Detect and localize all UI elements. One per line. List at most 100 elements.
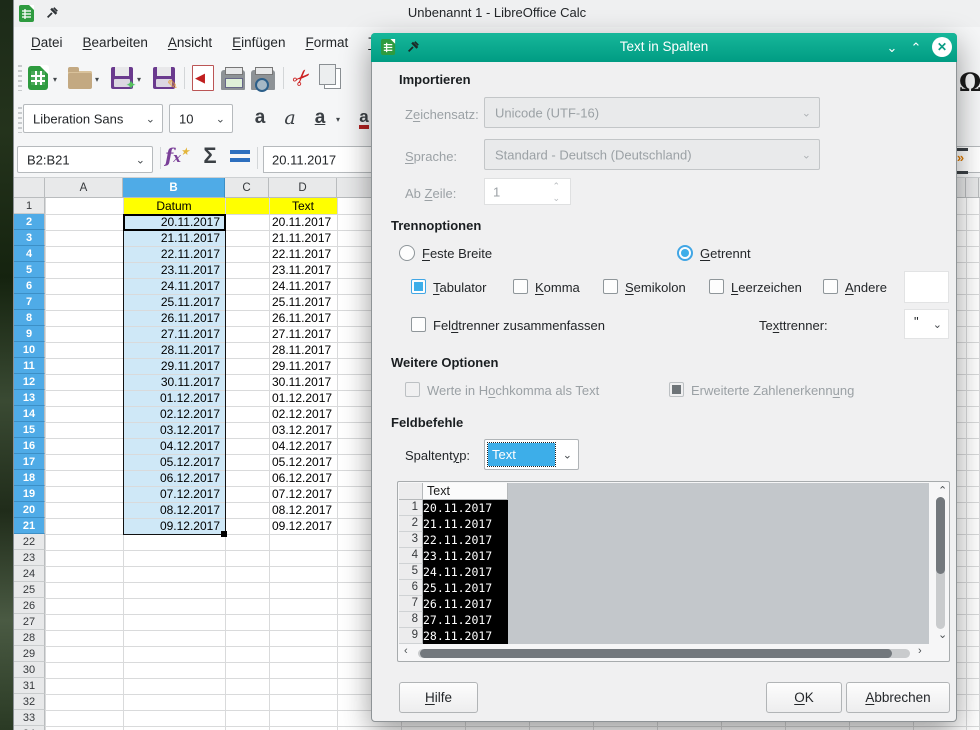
row-header-5[interactable]: 5 bbox=[14, 262, 45, 278]
cell-D6[interactable]: 24.11.2017 bbox=[272, 278, 334, 294]
column-type-combo[interactable]: Text bbox=[484, 439, 579, 470]
save-dropdown-icon[interactable] bbox=[137, 75, 145, 83]
cancel-button[interactable]: Abbrechen bbox=[846, 682, 950, 713]
merge-delimiters-label[interactable]: Feldtrenner zusammenfassen bbox=[433, 318, 605, 333]
row-header-18[interactable]: 18 bbox=[14, 470, 45, 486]
sum-icon[interactable]: Σ bbox=[197, 143, 223, 169]
open-dropdown-icon[interactable] bbox=[95, 75, 103, 83]
cell-D9[interactable]: 27.11.2017 bbox=[272, 326, 334, 342]
row-header-34[interactable]: 34 bbox=[14, 726, 45, 730]
cell-D3[interactable]: 21.11.2017 bbox=[272, 230, 334, 246]
row-header-7[interactable]: 7 bbox=[14, 294, 45, 310]
select-all-corner[interactable] bbox=[14, 178, 45, 198]
menu-bearbeiten[interactable]: Bearbeiten bbox=[73, 30, 158, 55]
semicolon-checkbox[interactable] bbox=[603, 279, 618, 294]
special-character-icon[interactable]: Ω bbox=[959, 68, 980, 97]
print-preview-icon[interactable] bbox=[250, 65, 276, 91]
preview-hscrollbar[interactable] bbox=[418, 649, 910, 658]
cut-icon[interactable] bbox=[289, 65, 315, 91]
space-checkbox[interactable] bbox=[709, 279, 724, 294]
row-header-17[interactable]: 17 bbox=[14, 454, 45, 470]
comma-label[interactable]: Komma bbox=[535, 280, 580, 295]
delimited-label[interactable]: Getrennt bbox=[700, 246, 751, 261]
cell-D14[interactable]: 02.12.2017 bbox=[272, 406, 334, 422]
row-header-21[interactable]: 21 bbox=[14, 518, 45, 534]
cell-D2[interactable]: 20.11.2017 bbox=[272, 214, 334, 230]
preview-row-value[interactable]: 28.11.2017 bbox=[423, 628, 508, 644]
column-header-a[interactable]: A bbox=[45, 178, 123, 198]
cell-D16[interactable]: 04.12.2017 bbox=[272, 438, 334, 454]
row-header-26[interactable]: 26 bbox=[14, 598, 45, 614]
underline-dropdown-icon[interactable] bbox=[336, 115, 344, 123]
vscrollbar-thumb[interactable] bbox=[936, 497, 945, 574]
column-header-b[interactable]: B bbox=[123, 178, 225, 198]
menu-format[interactable]: Format bbox=[295, 30, 358, 55]
chevron-down-icon[interactable] bbox=[146, 112, 155, 125]
preview-row-value[interactable]: 20.11.2017 bbox=[423, 500, 508, 516]
open-icon[interactable] bbox=[67, 65, 93, 91]
row-header-2[interactable]: 2 bbox=[14, 214, 45, 230]
preview-row-value[interactable]: 26.11.2017 bbox=[423, 596, 508, 612]
preview-row-value[interactable]: 25.11.2017 bbox=[423, 580, 508, 596]
cell-D18[interactable]: 06.12.2017 bbox=[272, 470, 334, 486]
name-box[interactable]: B2:B21 bbox=[17, 146, 153, 173]
chevron-down-icon[interactable] bbox=[136, 153, 145, 166]
space-label[interactable]: Leerzeichen bbox=[731, 280, 802, 295]
row-header-4[interactable]: 4 bbox=[14, 246, 45, 262]
cell-D15[interactable]: 03.12.2017 bbox=[272, 422, 334, 438]
window-titlebar[interactable]: Unbenannt 1 - LibreOffice Calc bbox=[14, 0, 980, 27]
scroll-left-icon[interactable]: ‹ bbox=[404, 645, 408, 657]
unshade-icon[interactable]: ⌃ bbox=[908, 40, 924, 56]
row-header-22[interactable]: 22 bbox=[14, 534, 45, 550]
copy-icon[interactable] bbox=[319, 65, 345, 91]
preview-row-value[interactable]: 23.11.2017 bbox=[423, 548, 508, 564]
row-header-30[interactable]: 30 bbox=[14, 662, 45, 678]
toolbar-grip[interactable] bbox=[18, 107, 22, 133]
row-header-32[interactable]: 32 bbox=[14, 694, 45, 710]
comma-checkbox[interactable] bbox=[513, 279, 528, 294]
tab-checkbox[interactable] bbox=[411, 279, 426, 294]
row-header-12[interactable]: 12 bbox=[14, 374, 45, 390]
row-header-23[interactable]: 23 bbox=[14, 550, 45, 566]
toolbar-grip[interactable] bbox=[18, 65, 22, 91]
menu-einfgen[interactable]: Einfügen bbox=[222, 30, 295, 55]
other-label[interactable]: Andere bbox=[845, 280, 887, 295]
row-header-8[interactable]: 8 bbox=[14, 310, 45, 326]
column-header-c[interactable]: C bbox=[225, 178, 269, 198]
row-header-20[interactable]: 20 bbox=[14, 502, 45, 518]
close-icon[interactable]: ✕ bbox=[932, 37, 952, 57]
hscrollbar-thumb[interactable] bbox=[420, 649, 892, 658]
scroll-up-icon[interactable]: ⌃ bbox=[938, 484, 947, 497]
semicolon-label[interactable]: Semikolon bbox=[625, 280, 686, 295]
other-checkbox[interactable] bbox=[823, 279, 838, 294]
formula-icon[interactable] bbox=[227, 143, 253, 169]
menu-datei[interactable]: Datei bbox=[21, 30, 73, 55]
preview-row-value[interactable]: 21.11.2017 bbox=[423, 516, 508, 532]
cell-D4[interactable]: 22.11.2017 bbox=[272, 246, 334, 262]
underline-button[interactable]: a bbox=[307, 105, 333, 131]
preview-vscrollbar[interactable] bbox=[936, 497, 945, 629]
chevron-down-icon[interactable] bbox=[933, 318, 942, 331]
row-header-13[interactable]: 13 bbox=[14, 390, 45, 406]
tab-label[interactable]: Tabulator bbox=[433, 280, 486, 295]
cell-D12[interactable]: 30.11.2017 bbox=[272, 374, 334, 390]
preview-row-value[interactable]: 24.11.2017 bbox=[423, 564, 508, 580]
other-separator-input[interactable] bbox=[904, 271, 949, 303]
delimited-radio[interactable] bbox=[677, 245, 693, 261]
scroll-right-icon[interactable]: › bbox=[918, 645, 922, 657]
row-header-29[interactable]: 29 bbox=[14, 646, 45, 662]
chevron-down-icon[interactable] bbox=[216, 112, 225, 125]
dialog-titlebar[interactable]: Text in Spalten ⌄ ⌃ ✕ bbox=[371, 33, 957, 62]
cell-D11[interactable]: 29.11.2017 bbox=[272, 358, 334, 374]
cell-D7[interactable]: 25.11.2017 bbox=[272, 294, 334, 310]
font-size-combo[interactable]: 10 bbox=[169, 104, 233, 133]
save-icon[interactable] bbox=[109, 65, 135, 91]
row-header-16[interactable]: 16 bbox=[14, 438, 45, 454]
scroll-down-icon[interactable]: ⌄ bbox=[938, 628, 947, 641]
help-button[interactable]: Hilfe bbox=[399, 682, 478, 713]
function-wizard-icon[interactable]: fx★ bbox=[164, 143, 190, 169]
print-icon[interactable] bbox=[220, 65, 246, 91]
menu-ansicht[interactable]: Ansicht bbox=[158, 30, 222, 55]
new-document-icon[interactable] bbox=[25, 65, 51, 91]
cell-D10[interactable]: 28.11.2017 bbox=[272, 342, 334, 358]
